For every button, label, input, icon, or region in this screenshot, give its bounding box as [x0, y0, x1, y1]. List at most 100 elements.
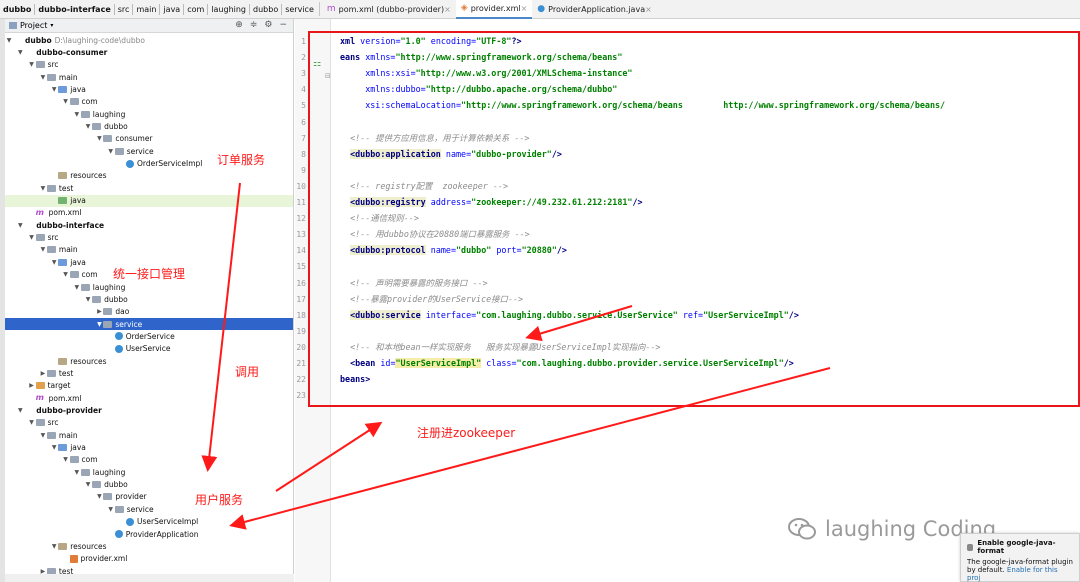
chevron-down-icon[interactable]: ▼	[62, 456, 70, 463]
tree-node[interactable]: ▼ dubbo D:\laughing-code\dubbo	[5, 34, 293, 46]
tree-node[interactable]: ▼ dubbo-provider	[5, 405, 293, 417]
chevron-down-icon[interactable]: ▼	[50, 259, 58, 266]
folder-icon	[103, 135, 113, 143]
tree-node[interactable]: ▼ dubbo	[5, 479, 293, 491]
chevron-down-icon[interactable]: ▼	[16, 49, 24, 56]
editor-tab[interactable]: ● ProviderApplication.java ×	[532, 0, 657, 19]
gear-icon[interactable]: ⚙	[264, 20, 272, 30]
chevron-down-icon[interactable]: ▼	[84, 296, 92, 303]
tree-node[interactable]: ▼ consumer	[5, 133, 293, 145]
tree-node-label: service	[115, 319, 143, 329]
chevron-down-icon[interactable]: ▼	[39, 246, 47, 253]
chevron-down-icon[interactable]: ▼	[50, 543, 58, 550]
tree-node[interactable]: ▼ com	[5, 96, 293, 108]
tree-node[interactable]: m pom.xml	[5, 392, 293, 404]
tree-node[interactable]: ▼ main	[5, 429, 293, 441]
breadcrumb-item[interactable]: dubbo-interface	[35, 5, 113, 14]
close-icon[interactable]: ×	[645, 5, 652, 14]
chevron-down-icon[interactable]: ▼	[107, 506, 115, 513]
breadcrumb-item[interactable]: src	[115, 5, 133, 14]
chevron-down-icon[interactable]: ▼	[28, 234, 36, 241]
project-panel-title[interactable]: Project	[20, 21, 47, 30]
chevron-down-icon[interactable]: ▼	[28, 61, 36, 68]
tree-node-label: java	[70, 196, 86, 206]
chevron-down-icon[interactable]: ▼	[73, 284, 81, 291]
tree-node[interactable]: ▼ src	[5, 59, 293, 71]
tree-node[interactable]: ▼ dubbo-consumer	[5, 46, 293, 58]
editor-tab[interactable]: m pom.xml (dubbo-provider) ×	[322, 0, 456, 19]
chevron-down-icon[interactable]: ▼	[62, 98, 70, 105]
tree-node[interactable]: resources	[5, 170, 293, 182]
tree-node[interactable]: ▼ main	[5, 244, 293, 256]
notification-popup[interactable]: Enable google-java-format The google-jav…	[960, 533, 1080, 582]
class-icon	[126, 517, 134, 526]
chevron-down-icon[interactable]: ▼	[50, 444, 58, 451]
tree-node[interactable]: ▼ dubbo	[5, 120, 293, 132]
resources-folder-icon	[58, 542, 68, 550]
tree-node[interactable]: ▼ laughing	[5, 466, 293, 478]
folder-icon	[46, 369, 56, 377]
tree-node[interactable]: ▼ com	[5, 454, 293, 466]
tree-node[interactable]: ▼ service	[5, 318, 293, 331]
chevron-down-icon[interactable]: ▼	[95, 135, 103, 142]
chevron-right-icon[interactable]: ▶	[95, 308, 103, 315]
hide-icon[interactable]: −	[279, 20, 287, 30]
line-number: 8	[301, 149, 306, 159]
chevron-down-icon[interactable]: ▼	[73, 469, 81, 476]
chevron-down-icon[interactable]: ▼	[84, 123, 92, 130]
tree-node[interactable]: ▼ provider	[5, 491, 293, 503]
editor-tab[interactable]: ◈ provider.xml ×	[455, 0, 533, 19]
chevron-down-icon[interactable]: ▼	[62, 271, 70, 278]
chevron-down-icon[interactable]: ▼	[84, 481, 92, 488]
breadcrumb-item[interactable]: main	[133, 5, 159, 14]
chevron-down-icon[interactable]: ▼	[39, 185, 47, 192]
breadcrumb-item[interactable]: laughing	[208, 5, 249, 14]
tree-node[interactable]: ▼ laughing	[5, 108, 293, 120]
tree-node[interactable]: ProviderApplication	[5, 528, 293, 540]
chevron-down-icon[interactable]: ▼	[95, 493, 103, 500]
tree-node[interactable]: ▼ java	[5, 442, 293, 454]
tree-node[interactable]: ▼ laughing	[5, 281, 293, 293]
chevron-down-icon[interactable]: ▼	[107, 148, 115, 155]
tree-node[interactable]: java	[5, 194, 293, 207]
tree-node[interactable]: UserServiceImpl	[5, 516, 293, 528]
chevron-down-icon[interactable]: ▼	[16, 222, 24, 229]
chevron-right-icon[interactable]: ▶	[39, 370, 47, 377]
breadcrumb-item[interactable]: java	[160, 5, 183, 14]
tree-node[interactable]: ▼ test	[5, 182, 293, 194]
tree-node[interactable]: ▼ java	[5, 83, 293, 95]
collapse-icon[interactable]: ≑	[250, 20, 258, 30]
locate-icon[interactable]: ⊕	[235, 20, 243, 30]
tree-node[interactable]: ▼ dubbo-interface	[5, 219, 293, 231]
dropdown-icon[interactable]: ▾	[50, 22, 53, 29]
tree-node[interactable]: ▼ dubbo	[5, 293, 293, 305]
breadcrumb-item[interactable]: com	[184, 5, 207, 14]
close-icon[interactable]: ×	[444, 5, 451, 14]
close-icon[interactable]: ×	[521, 4, 528, 13]
chevron-down-icon[interactable]: ▼	[39, 432, 47, 439]
tree-node[interactable]: ▶ target	[5, 380, 293, 392]
tree-node[interactable]: provider.xml	[5, 553, 293, 565]
tree-node[interactable]: ▼ src	[5, 417, 293, 429]
tree-node[interactable]: ▶ dao	[5, 306, 293, 318]
breadcrumb-item[interactable]: dubbo	[0, 5, 34, 14]
line-number: 5	[301, 101, 306, 111]
tree-node[interactable]: ▼ resources	[5, 540, 293, 552]
breadcrumb-item[interactable]: service	[282, 5, 317, 14]
breadcrumb-item[interactable]: dubbo	[250, 5, 281, 14]
chevron-down-icon[interactable]: ▼	[73, 111, 81, 118]
panel-scrollbar[interactable]	[5, 574, 294, 582]
tree-node[interactable]: m pom.xml	[5, 207, 293, 219]
chevron-right-icon[interactable]: ▶	[28, 382, 36, 389]
chevron-down-icon[interactable]: ▼	[95, 321, 103, 328]
chevron-down-icon[interactable]: ▼	[28, 419, 36, 426]
chevron-down-icon[interactable]: ▼	[16, 407, 24, 414]
tree-node[interactable]: OrderService	[5, 330, 293, 342]
tree-node[interactable]: ▼ service	[5, 503, 293, 515]
tree-node[interactable]: ▼ src	[5, 232, 293, 244]
chevron-down-icon[interactable]: ▼	[39, 74, 47, 81]
chevron-down-icon[interactable]: ▼	[50, 86, 58, 93]
chevron-down-icon[interactable]: ▼	[5, 37, 13, 44]
tree-node[interactable]: UserService	[5, 343, 293, 355]
tree-node[interactable]: ▼ main	[5, 71, 293, 83]
